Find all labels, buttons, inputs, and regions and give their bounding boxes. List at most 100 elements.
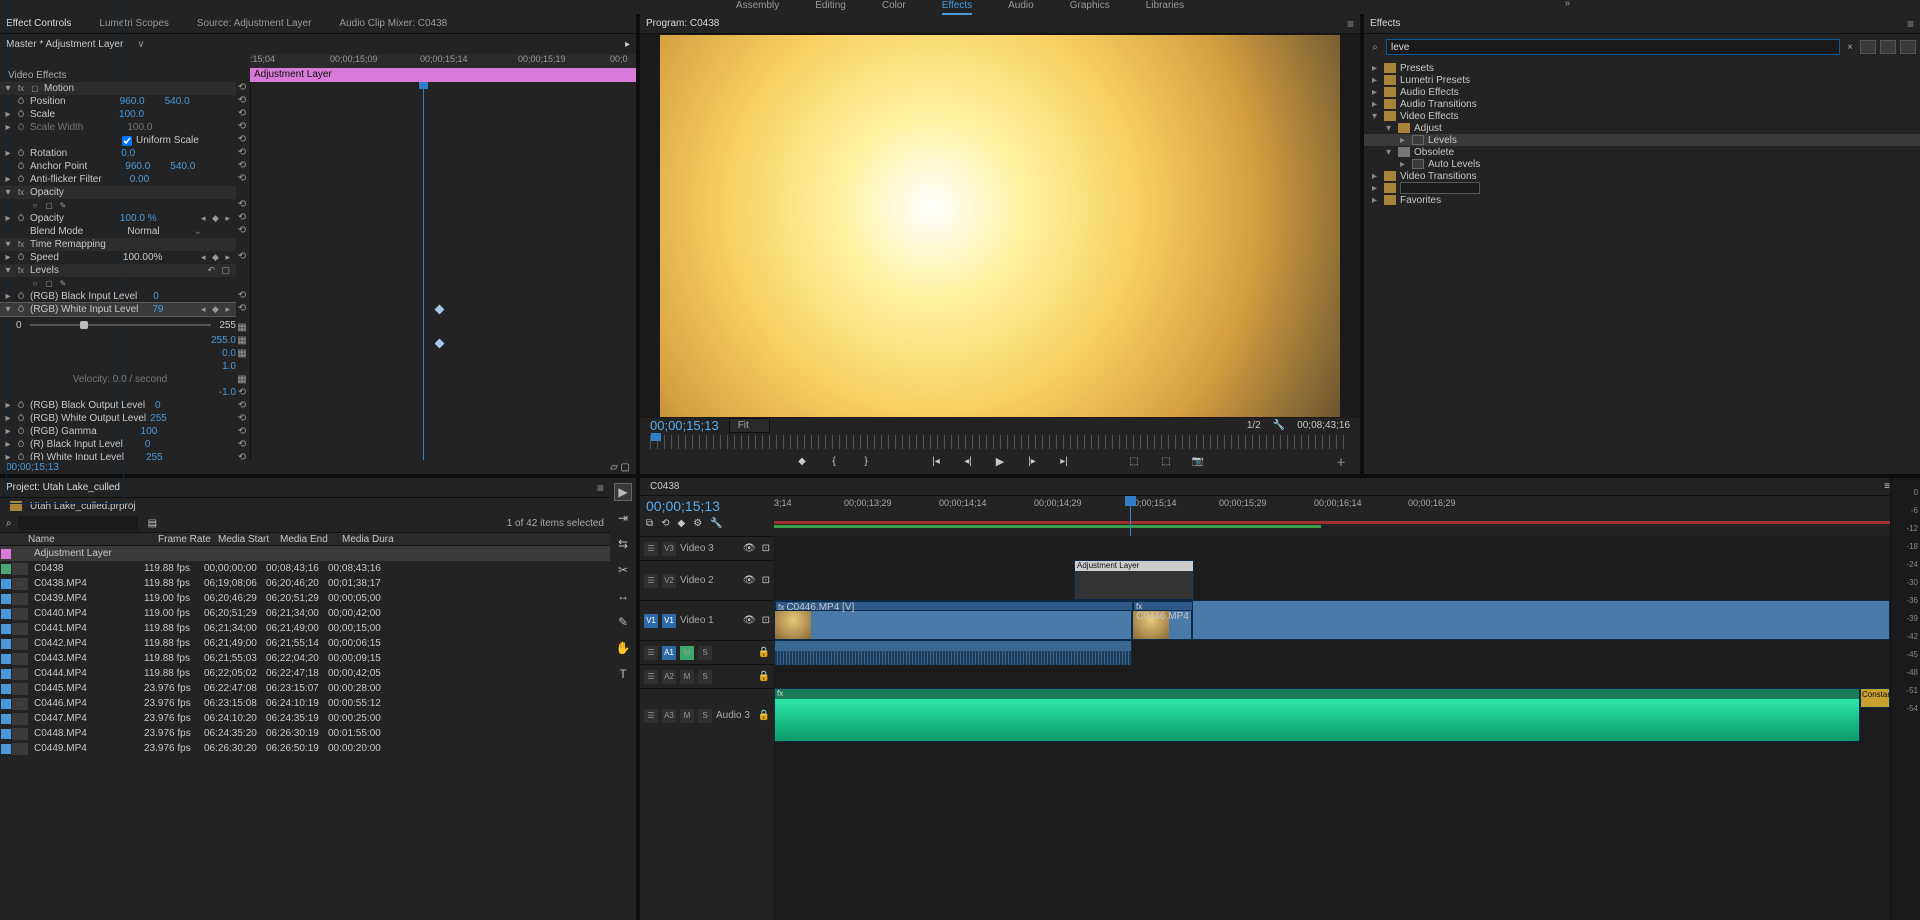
folder-item[interactable]: ▸Favorites xyxy=(1364,194,1920,206)
ws-color[interactable]: Color xyxy=(882,0,906,11)
label-color-chip[interactable] xyxy=(1,684,11,694)
col-media-end[interactable]: Media End xyxy=(274,534,336,545)
label-color-chip[interactable] xyxy=(1,669,11,679)
clip-adjustment-layer[interactable]: Adjustment Layer xyxy=(1074,560,1194,600)
step-back-icon[interactable]: ◂| xyxy=(961,456,975,467)
tab-source[interactable]: Source: Adjustment Layer xyxy=(197,18,312,29)
type-tool-icon[interactable]: T xyxy=(615,666,631,682)
fx-time-remap[interactable]: ▾fxTime Remapping xyxy=(0,238,236,251)
clip-transition[interactable]: Constant xyxy=(1860,688,1890,708)
label-color-chip[interactable] xyxy=(1,699,11,709)
project-item[interactable]: C0445.MP423.976 fps06:22:47:0806:23:15:0… xyxy=(0,681,610,696)
fx-filter-icon[interactable] xyxy=(1880,40,1896,54)
solo-toggle[interactable]: S xyxy=(698,670,712,684)
project-item[interactable]: C0447.MP423.976 fps06:24:10:2006:24:35:1… xyxy=(0,711,610,726)
clip-video[interactable]: fx C0446.MP4 [V] xyxy=(774,600,1132,640)
folder-item[interactable]: ▸Presets xyxy=(1364,62,1920,74)
snap-icon[interactable]: ⧉ xyxy=(646,518,653,529)
list-view-icon[interactable]: ▤ xyxy=(148,518,157,529)
effect-item[interactable]: ▸Auto Levels xyxy=(1364,158,1920,170)
folder-item[interactable]: ▸Audio Transitions xyxy=(1364,98,1920,110)
col-name[interactable]: Name xyxy=(22,534,152,545)
settings-icon[interactable]: ⚙ xyxy=(693,518,702,529)
opacity-masks[interactable]: ○▢✎ xyxy=(0,199,236,212)
toggle-output-icon[interactable]: 👁 xyxy=(743,575,756,586)
project-item[interactable]: C0438.MP4119.88 fps06;19;08;0606;20;46;2… xyxy=(0,576,610,591)
project-item[interactable]: C0440.MP4119.00 fps06;20;51;2906;21;34;0… xyxy=(0,606,610,621)
wrench-icon[interactable]: 🔧 xyxy=(710,518,722,529)
label-color-chip[interactable] xyxy=(1,564,11,574)
track-header-v3[interactable]: ☰V3Video 3👁⊡ xyxy=(640,536,774,560)
prop-black-output[interactable]: ▸Ŏ(RGB) Black Output Level0 xyxy=(0,399,236,412)
project-item[interactable]: C0444.MP4119.88 fps06;22;05;0206;22;47;1… xyxy=(0,666,610,681)
folder-item[interactable]: ▸Lumetri Presets xyxy=(1364,74,1920,86)
label-color-chip[interactable] xyxy=(1,579,11,589)
program-left-timecode[interactable]: 00;00;15;13 xyxy=(650,418,719,433)
prop-speed[interactable]: ▸ŎSpeed100.00%◂ ◆ ▸ xyxy=(0,251,236,264)
add-marker-icon[interactable]: ◆ xyxy=(795,456,809,467)
project-item[interactable]: C0443.MP4119.88 fps06;21;55;0306;22;04;2… xyxy=(0,651,610,666)
ripple-edit-tool-icon[interactable]: ⇆ xyxy=(615,536,631,552)
label-color-chip[interactable] xyxy=(1,654,11,664)
levels-masks[interactable]: ○▢✎ xyxy=(0,277,236,290)
step-fwd-icon[interactable]: |▸ xyxy=(1025,456,1039,467)
project-item[interactable]: C0442.MP4119.88 fps06;21;49;0006;21;55;1… xyxy=(0,636,610,651)
ws-libraries[interactable]: Libraries xyxy=(1146,0,1184,11)
label-color-chip[interactable] xyxy=(1,744,11,754)
razor-tool-icon[interactable]: ✂ xyxy=(615,562,631,578)
prop-r-black-in[interactable]: ▸Ŏ(R) Black Input Level0 xyxy=(0,438,236,451)
ec-playhead[interactable] xyxy=(423,82,424,460)
prop-gamma[interactable]: ▸Ŏ(RGB) Gamma100 xyxy=(0,425,236,438)
fx-opacity[interactable]: ▾fxOpacity xyxy=(0,186,236,199)
prop-opacity[interactable]: ▸ŎOpacity100.0 %◂ ◆ ▸ xyxy=(0,212,236,225)
label-color-chip[interactable] xyxy=(1,639,11,649)
timeline-ruler[interactable]: 3;14 00;00;13;29 00;00;14;14 00;00;14;29… xyxy=(774,496,1890,536)
project-item[interactable]: C0438119.88 fps00;00;00;0000;08;43;1600;… xyxy=(0,561,610,576)
project-list[interactable]: Adjustment LayerC0438119.88 fps00;00;00;… xyxy=(0,546,610,920)
button-editor-icon[interactable]: ＋ xyxy=(1334,454,1348,469)
ws-effects[interactable]: Effects xyxy=(942,0,972,15)
pen-tool-icon[interactable]: ✎ xyxy=(615,614,631,630)
col-framerate[interactable]: Frame Rate xyxy=(152,534,212,545)
label-color-chip[interactable] xyxy=(1,549,11,559)
panel-menu-icon[interactable]: ≡ xyxy=(1347,20,1354,28)
program-scrubber[interactable] xyxy=(650,435,1350,449)
zoom-fit-dropdown[interactable]: Fit xyxy=(729,418,770,433)
program-resolution[interactable]: 1/2 xyxy=(1247,420,1261,431)
prop-uniform-scale[interactable]: Uniform Scale xyxy=(0,134,236,147)
ws-audio[interactable]: Audio xyxy=(1008,0,1034,11)
label-color-chip[interactable] xyxy=(1,594,11,604)
folder-item[interactable]: ▾Obsolete xyxy=(1364,146,1920,158)
ec-zoom-icon[interactable]: ▱ ▢ xyxy=(610,462,630,473)
fx-motion[interactable]: ▾fx▢Motion xyxy=(0,82,236,95)
mark-out-icon[interactable]: } xyxy=(859,456,873,467)
timeline-clips-area[interactable]: Adjustment Layer fx C0446.MP4 [V] f xyxy=(774,536,1890,920)
prop-r-white-in[interactable]: ▸Ŏ(R) White Input Level255 xyxy=(0,451,236,460)
effects-tree[interactable]: ▸Presets▸Lumetri Presets▸Audio Effects▸A… xyxy=(1364,60,1920,212)
linked-selection-icon[interactable]: ⟲ xyxy=(661,518,669,529)
toggle-output-icon[interactable]: 👁 xyxy=(743,615,756,626)
play-icon[interactable]: ▶ xyxy=(993,455,1007,468)
solo-toggle[interactable]: S xyxy=(698,646,712,660)
prop-rotation[interactable]: ▸ŎRotation0.0 xyxy=(0,147,236,160)
keyframe-icon[interactable] xyxy=(435,305,445,315)
program-playhead[interactable] xyxy=(651,433,661,441)
prop-anchor[interactable]: ŎAnchor Point960.0540.0 xyxy=(0,160,236,173)
program-tab[interactable]: Program: C0438 xyxy=(646,18,719,29)
prop-blendmode[interactable]: Blend ModeNormal⌄ xyxy=(0,225,236,238)
project-item[interactable]: C0446.MP423.976 fps06:23:15:0806:24:10:1… xyxy=(0,696,610,711)
label-color-chip[interactable] xyxy=(1,729,11,739)
label-color-chip[interactable] xyxy=(1,609,11,619)
ec-mini-ruler[interactable]: :15;04 00;00;15;09 00;00;15;14 00;00;15;… xyxy=(250,54,636,68)
go-to-out-icon[interactable]: ▸| xyxy=(1057,456,1071,467)
clip-audio[interactable] xyxy=(774,640,1132,664)
prop-white-output[interactable]: ▸Ŏ(RGB) White Output Level255 xyxy=(0,412,236,425)
track-header-a3[interactable]: ☰A3MSAudio 3🔒 xyxy=(640,688,774,742)
ws-assembly[interactable]: Assembly xyxy=(736,0,779,11)
keyframe-icon[interactable] xyxy=(435,339,445,349)
project-search-input[interactable] xyxy=(18,516,138,530)
project-item[interactable]: C0441.MP4119.88 fps06;21;34;0006;21;49;0… xyxy=(0,621,610,636)
uniform-scale-checkbox[interactable] xyxy=(122,136,132,146)
folder-item[interactable]: ▸ xyxy=(1364,182,1920,194)
mute-toggle[interactable]: M xyxy=(680,709,694,723)
